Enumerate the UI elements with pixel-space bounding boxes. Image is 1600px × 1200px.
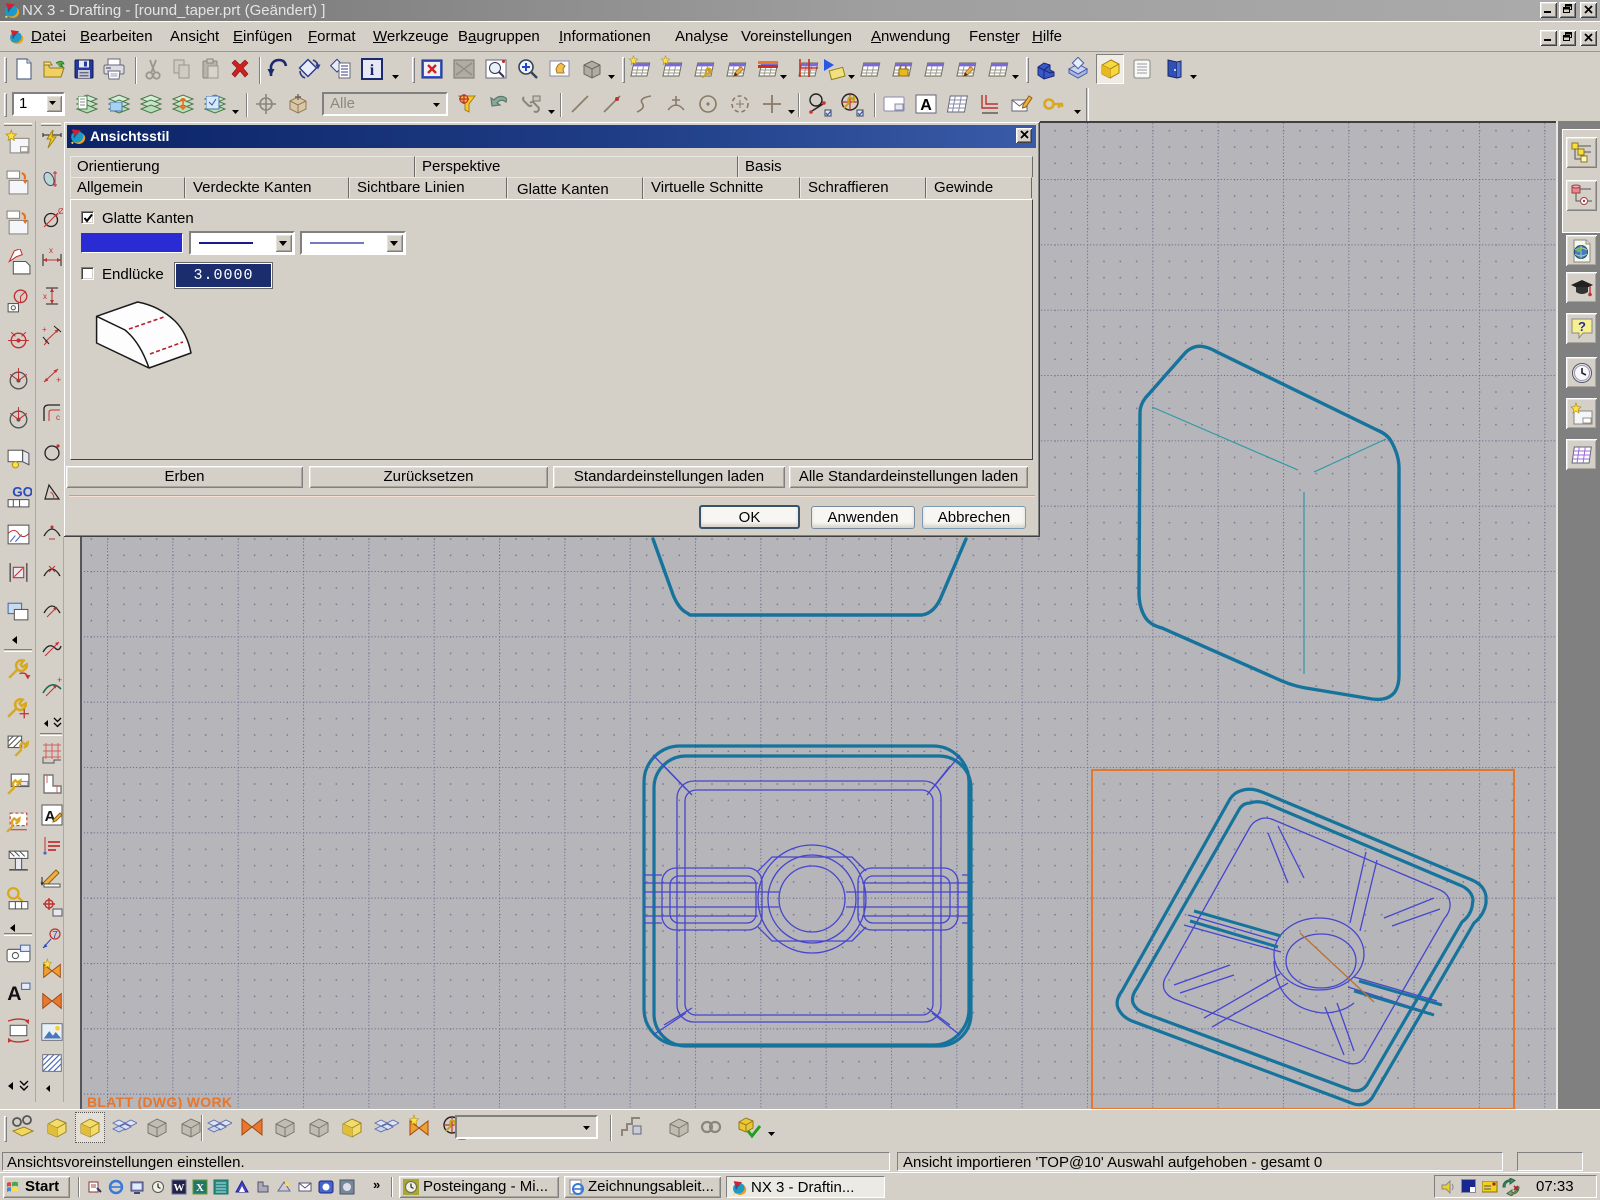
svg-text:W: W — [174, 1182, 185, 1194]
svg-text:X: X — [196, 1182, 204, 1194]
